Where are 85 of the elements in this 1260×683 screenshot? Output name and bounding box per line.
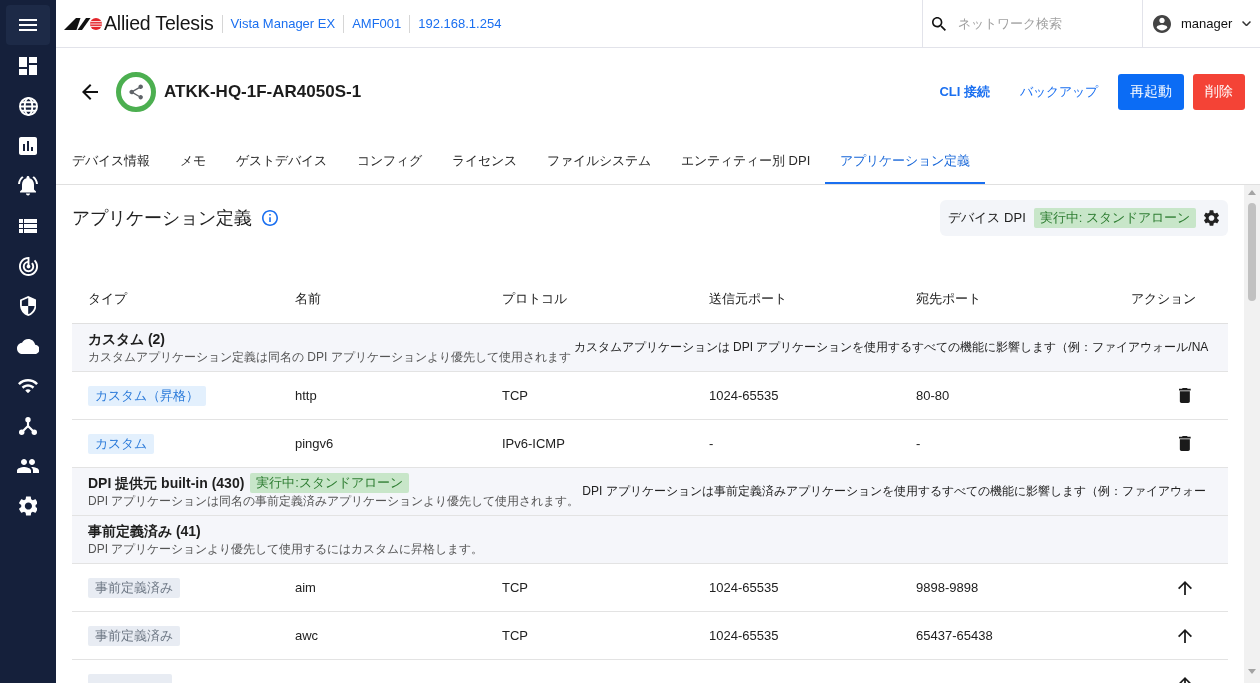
menu-button[interactable] bbox=[6, 5, 50, 45]
breadcrumb-link[interactable]: AMF001 bbox=[352, 16, 402, 31]
wifi-icon[interactable] bbox=[18, 378, 38, 394]
table-cell-text: TCP bbox=[501, 388, 528, 403]
list-icon[interactable] bbox=[19, 219, 37, 233]
restart-button[interactable]: 再起動 bbox=[1118, 74, 1184, 110]
account-icon bbox=[1153, 14, 1171, 33]
table-cell-text: - bbox=[708, 436, 714, 451]
table-cell-text: TCP bbox=[501, 628, 528, 643]
group-note: DPI アプリケーションは事前定義済みアプリケーションを使用するすべての機能に影響します（例：ファイアウォー bbox=[582, 483, 1206, 500]
group-title: DPI 提供元 built-in (430) bbox=[88, 474, 245, 493]
group-description: DPI アプリケーションは同名の事前定義済みアプリケーションより優先して使用されます。 bbox=[88, 493, 580, 510]
menu-icon bbox=[19, 19, 37, 31]
globe-icon[interactable] bbox=[18, 96, 38, 116]
dpi-label: デバイス DPI bbox=[948, 209, 1026, 227]
table-cell-text: 9898-9898 bbox=[915, 580, 979, 595]
breadcrumb-link[interactable]: 192.168.1.254 bbox=[418, 16, 502, 31]
column-header: プロトコル bbox=[501, 290, 567, 308]
tab[interactable]: デバイス情報 bbox=[57, 140, 165, 184]
tab[interactable]: メモ bbox=[165, 140, 221, 184]
tab[interactable]: ライセンス bbox=[437, 140, 532, 184]
breadcrumb-link[interactable]: Vista Manager EX bbox=[230, 16, 336, 31]
status-badge: 実行中: スタンドアローン bbox=[1033, 208, 1196, 228]
share-icon bbox=[116, 72, 156, 112]
cli-connect-link[interactable]: CLI 接続 bbox=[929, 83, 1000, 101]
section-title: アプリケーション定義 bbox=[72, 207, 252, 230]
tab[interactable]: エンティティー別 DPI bbox=[666, 140, 826, 184]
trash-icon[interactable] bbox=[1179, 436, 1191, 451]
status-badge: 実行中:スタンドアローン bbox=[250, 473, 409, 493]
trash-icon[interactable] bbox=[1179, 388, 1191, 403]
type-tag: カスタム（昇格） bbox=[88, 385, 206, 406]
table-cell-text: pingv6 bbox=[294, 436, 334, 451]
shield-icon[interactable] bbox=[19, 296, 37, 316]
table-cell-text: 1024-65535 bbox=[708, 580, 779, 595]
chevron-down-icon bbox=[1242, 20, 1252, 27]
table-cell-text: 1024-65535 bbox=[708, 388, 779, 403]
brand-name: Allied Telesis bbox=[104, 12, 214, 35]
tab[interactable]: アプリケーション定義 bbox=[825, 140, 986, 184]
settings-icon[interactable] bbox=[18, 496, 38, 516]
table-cell-text: 1024-65535 bbox=[708, 628, 779, 643]
arrow-up-icon[interactable] bbox=[1178, 628, 1192, 643]
logo-icon bbox=[64, 17, 102, 30]
column-header: 名前 bbox=[294, 290, 321, 308]
column-header: アクション bbox=[1131, 290, 1197, 308]
table-cell-text: awc bbox=[294, 628, 319, 643]
type-tag: カスタム bbox=[88, 433, 154, 454]
bar-chart-icon[interactable] bbox=[19, 137, 37, 155]
tab[interactable]: コンフィグ bbox=[342, 140, 437, 184]
table-cell-text: 80-80 bbox=[915, 388, 950, 403]
network-icon[interactable] bbox=[19, 417, 37, 435]
column-header: タイプ bbox=[87, 290, 127, 308]
column-header: 宛先ポート bbox=[915, 290, 981, 308]
device-name: ATKK-HQ-1F-AR4050S-1 bbox=[164, 82, 362, 102]
back-button[interactable] bbox=[82, 84, 98, 100]
bell-icon[interactable] bbox=[18, 176, 38, 196]
group-title: カスタム (2) bbox=[88, 330, 165, 349]
arrow-up-icon[interactable] bbox=[1178, 580, 1192, 595]
tab[interactable]: ファイルシステム bbox=[532, 140, 666, 184]
table-cell-text: IPv6-ICMP bbox=[501, 436, 565, 451]
type-tag: 事前定義済み bbox=[88, 625, 180, 646]
type-tag: 事前定義済み bbox=[88, 577, 180, 598]
scrollbar[interactable] bbox=[1244, 185, 1260, 683]
settings-icon[interactable] bbox=[1204, 210, 1219, 226]
dashboard-icon[interactable] bbox=[19, 57, 37, 75]
table-cell-text: aim bbox=[294, 580, 316, 595]
table-cell-text: TCP bbox=[501, 580, 528, 595]
backup-link[interactable]: バックアップ bbox=[1010, 83, 1108, 101]
cloud-icon[interactable] bbox=[16, 338, 40, 354]
delete-button[interactable]: 削除 bbox=[1193, 74, 1245, 110]
target-icon[interactable] bbox=[18, 256, 38, 276]
people-icon[interactable] bbox=[17, 459, 39, 473]
table-cell-text: - bbox=[915, 436, 921, 451]
group-description: カスタムアプリケーション定義は同名の DPI アプリケーションより優先して使用されます bbox=[88, 349, 571, 366]
column-header: 送信元ポート bbox=[708, 290, 787, 308]
table-cell-text: 65437-65438 bbox=[915, 628, 993, 643]
group-description: DPI アプリケーションより優先して使用するにはカスタムに昇格します。 bbox=[88, 541, 484, 558]
tab[interactable]: ゲストデバイス bbox=[221, 140, 342, 184]
back-arrow-icon bbox=[82, 84, 98, 100]
search-field[interactable]: ネットワーク検索 bbox=[958, 16, 1128, 31]
group-title: 事前定義済み (41) bbox=[88, 522, 201, 541]
search-icon bbox=[932, 16, 946, 31]
scrollbar-thumb[interactable] bbox=[1248, 203, 1256, 301]
group-note: カスタムアプリケーションは DPI アプリケーションを使用するすべての機能に影響します（例：ファイアウォール/NA bbox=[573, 339, 1209, 356]
info-icon[interactable] bbox=[262, 210, 278, 226]
table-cell-text: http bbox=[294, 388, 317, 403]
